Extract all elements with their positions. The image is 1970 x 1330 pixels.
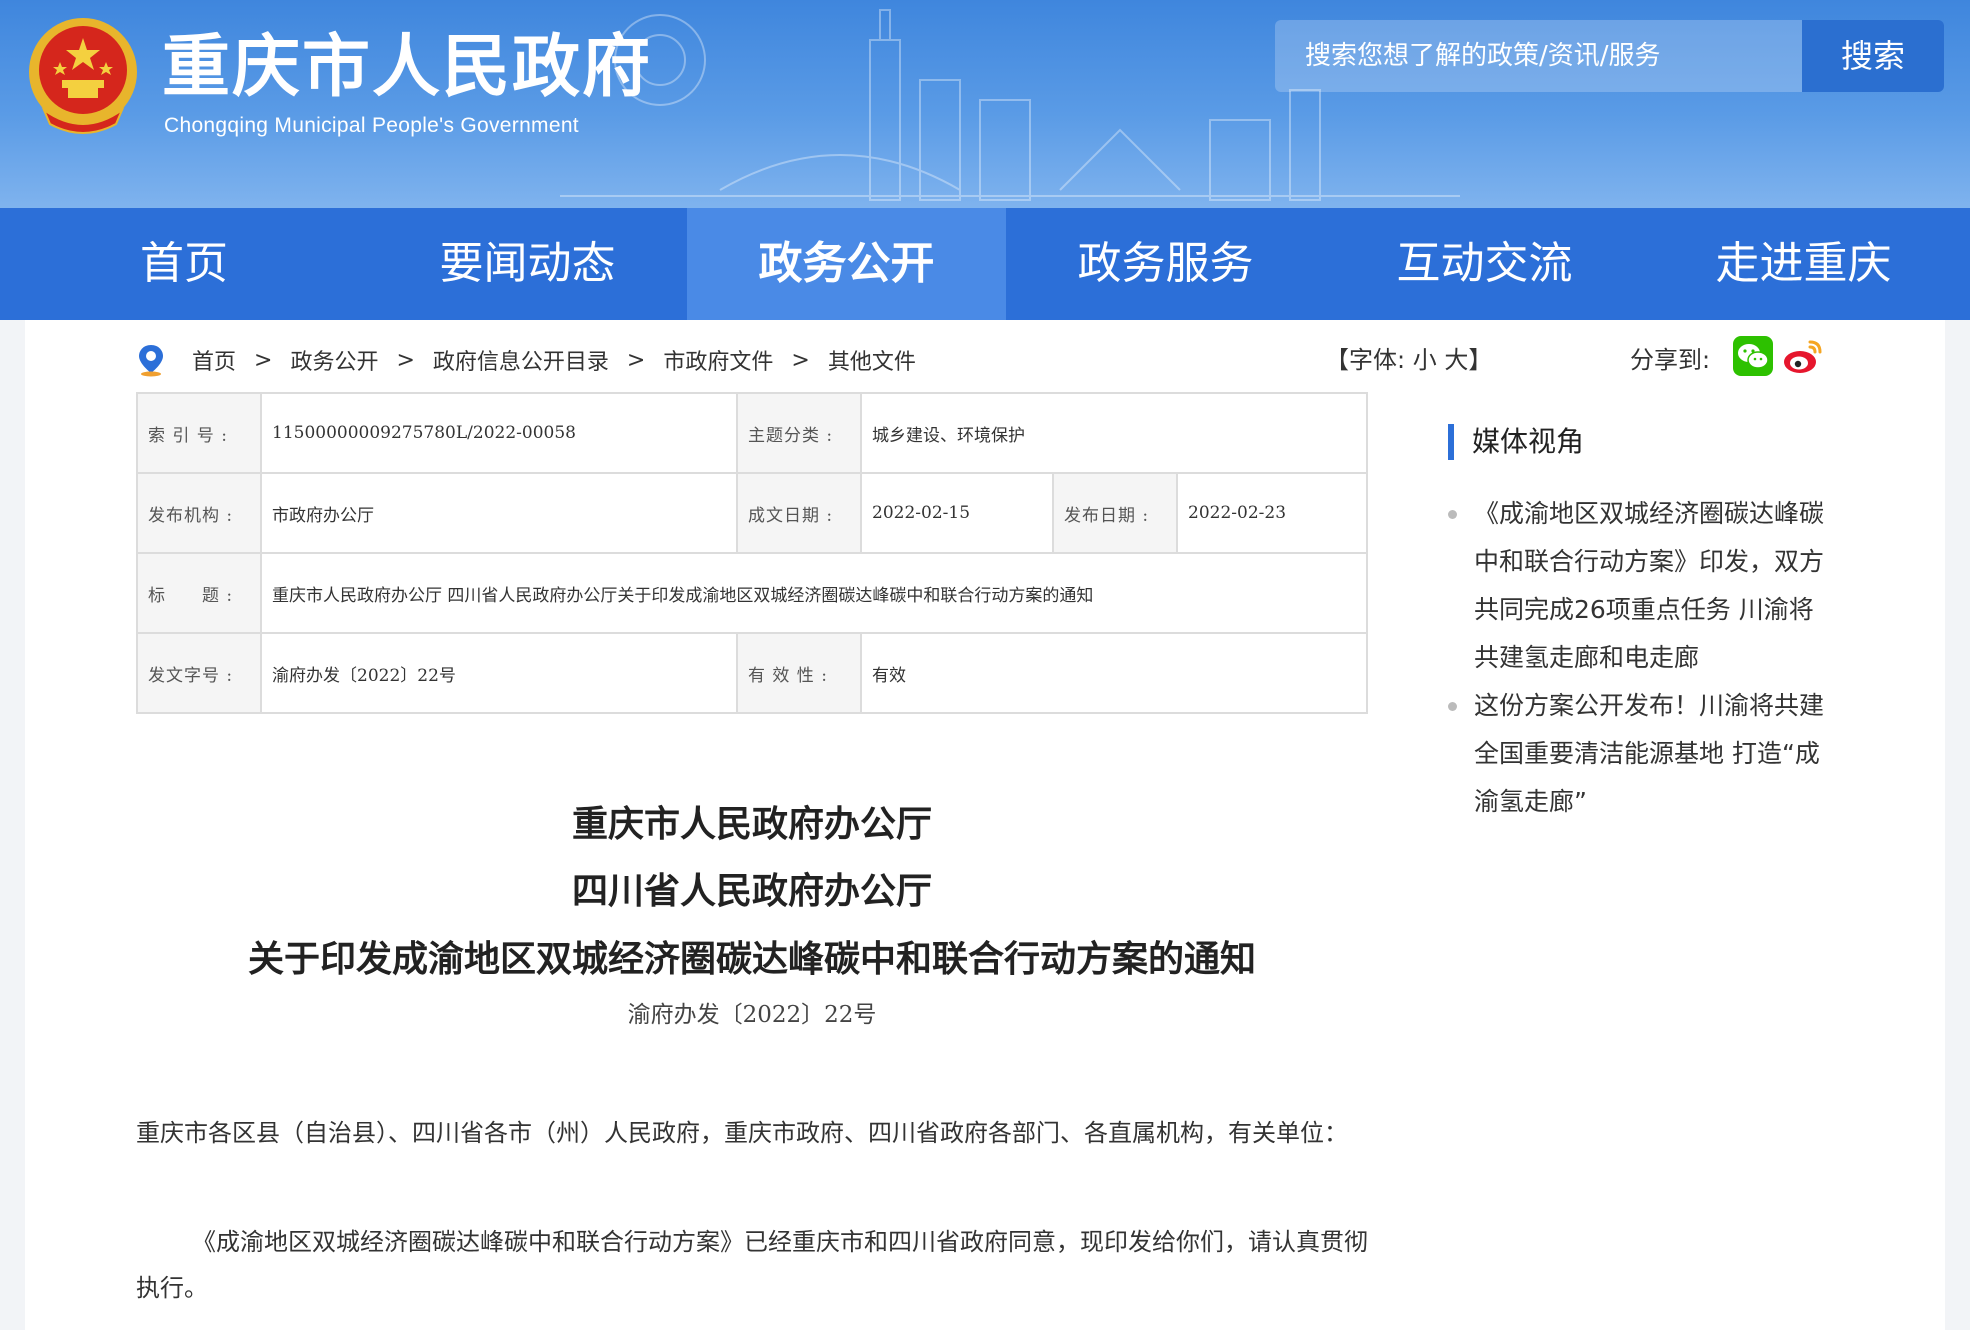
search-button[interactable]: 搜索 xyxy=(1802,20,1944,92)
font-size-control: 【字体: 小 大】 xyxy=(1325,340,1492,375)
main-nav: 首页 要闻动态 政务公开 政务服务 互动交流 走进重庆 xyxy=(0,208,1970,320)
media-perspective-title: 媒体视角 xyxy=(1448,424,1584,460)
index-label: 索 引 号 : xyxy=(136,392,262,474)
document-number: 渝府办发〔2022〕22号 xyxy=(627,1002,877,1028)
title-value: 重庆市人民政府办公厅 四川省人民政府办公厅关于印发成渝地区双城经济圈碳达峰碳中和… xyxy=(260,552,1368,634)
docnum-value: 渝府办发〔2022〕22号 xyxy=(260,632,738,714)
created-date-label: 成文日期 : xyxy=(736,472,862,554)
nav-interaction[interactable]: 互动交流 xyxy=(1325,208,1644,320)
breadcrumb-separator: > xyxy=(791,347,810,373)
font-size-open: 【字体: xyxy=(1325,346,1406,374)
weibo-icon[interactable] xyxy=(1782,336,1824,376)
validity-value: 有效 xyxy=(860,632,1368,714)
created-date-value: 2022-02-15 xyxy=(860,472,1054,554)
share-label: 分享到: xyxy=(1630,346,1711,374)
list-item[interactable]: 《成渝地区双城经济圈碳达峰碳中和联合行动方案》印发，双方共同完成26项重点任务 … xyxy=(1448,490,1838,682)
published-date-value: 2022-02-23 xyxy=(1176,472,1368,554)
nav-home[interactable]: 首页 xyxy=(0,208,368,320)
site-title: 重庆市人民政府 xyxy=(162,28,653,107)
title-label: 标 题 : xyxy=(136,552,262,634)
media-news-list: 《成渝地区双城经济圈碳达峰碳中和联合行动方案》印发，双方共同完成26项重点任务 … xyxy=(1448,490,1838,826)
breadcrumb-info-directory[interactable]: 政府信息公开目录 xyxy=(433,344,609,376)
validity-label: 有 效 性 : xyxy=(736,632,862,714)
site-subtitle: Chongqing Municipal People's Government xyxy=(164,114,579,137)
site-header: 重庆市人民政府 Chongqing Municipal People's Gov… xyxy=(0,0,1970,208)
nav-about-chongqing[interactable]: 走进重庆 xyxy=(1644,208,1963,320)
search-input[interactable]: 搜索您想了解的政策/资讯/服务 xyxy=(1275,20,1802,92)
breadcrumb-municipal-docs[interactable]: 市政府文件 xyxy=(663,344,773,376)
national-emblem-icon xyxy=(29,18,137,134)
publisher-label: 发布机构 : xyxy=(136,472,262,554)
article-paragraph-2: 《成渝地区双城经济圈碳达峰碳中和联合行动方案》已经重庆市和四川省政府同意，现印发… xyxy=(136,1228,1368,1302)
category-value: 城乡建设、环境保护 xyxy=(860,392,1368,474)
document-title-line-3: 关于印发成渝地区双城经济圈碳达峰碳中和联合行动方案的通知 xyxy=(247,938,1256,980)
font-size-small-button[interactable]: 小 xyxy=(1413,346,1437,374)
index-value: 11500000009275780L/2022-00058 xyxy=(260,392,738,474)
breadcrumb-separator: > xyxy=(396,347,415,373)
breadcrumb-government-affairs[interactable]: 政务公开 xyxy=(290,344,378,376)
published-date-label: 发布日期 : xyxy=(1052,472,1178,554)
category-label: 主题分类 : xyxy=(736,392,862,474)
list-item[interactable]: 这份方案公开发布！川渝将共建全国重要清洁能源基地 打造“成渝氢走廊” xyxy=(1448,682,1838,826)
font-size-large-button[interactable]: 大 xyxy=(1444,346,1468,374)
font-size-close: 】 xyxy=(1468,346,1493,374)
breadcrumb: 首页 > 政务公开 > 政府信息公开目录 > 市政府文件 > 其他文件 xyxy=(136,338,916,382)
breadcrumb-other-docs[interactable]: 其他文件 xyxy=(828,344,916,376)
location-pin-icon xyxy=(139,345,163,377)
breadcrumb-separator: > xyxy=(626,347,646,373)
breadcrumb-separator: > xyxy=(254,347,273,373)
article-paragraph-1: 重庆市各区县（自治县）、四川省各市（州）人民政府，重庆市政府、四川省政府各部门、… xyxy=(136,1119,1348,1147)
breadcrumb-home[interactable]: 首页 xyxy=(192,344,236,376)
table-row: 标 题 : 重庆市人民政府办公厅 四川省人民政府办公厅关于印发成渝地区双城经济圈… xyxy=(136,552,1368,634)
table-row: 发文字号 : 渝府办发〔2022〕22号 有 效 性 : 有效 xyxy=(136,632,1368,714)
nav-government-affairs[interactable]: 政务公开 xyxy=(687,208,1006,320)
table-row: 索 引 号 : 11500000009275780L/2022-00058 主题… xyxy=(136,392,1368,474)
wechat-icon[interactable] xyxy=(1733,336,1773,376)
table-row: 发布机构 : 市政府办公厅 成文日期 : 2022-02-15 发布日期 : 2… xyxy=(136,472,1368,554)
document-title-line-2: 四川省人民政府办公厅 xyxy=(571,870,932,912)
document-meta-table: 索 引 号 : 11500000009275780L/2022-00058 主题… xyxy=(136,392,1368,714)
document-title-line-1: 重庆市人民政府办公厅 xyxy=(571,803,932,845)
nav-news[interactable]: 要闻动态 xyxy=(368,208,687,320)
docnum-label: 发文字号 : xyxy=(136,632,262,714)
publisher-value: 市政府办公厅 xyxy=(260,472,738,554)
nav-services[interactable]: 政务服务 xyxy=(1006,208,1325,320)
